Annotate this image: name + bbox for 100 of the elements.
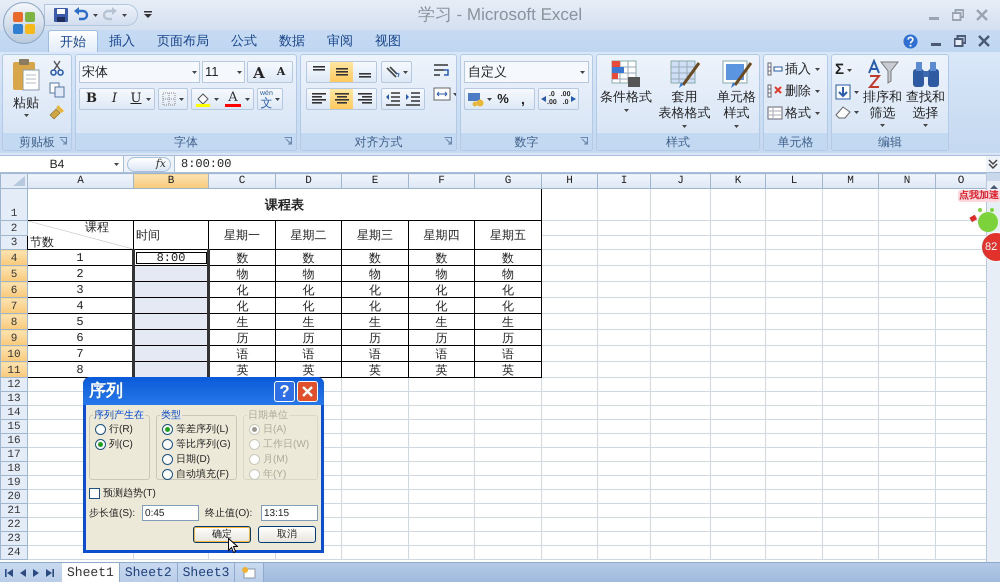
caret-icon[interactable] <box>854 110 859 114</box>
restore-icon[interactable] <box>954 35 966 47</box>
table-cell[interactable] <box>134 266 208 282</box>
eraser-icon[interactable] <box>835 105 851 119</box>
font-name-select[interactable]: 宋体 <box>79 61 200 83</box>
table-cell[interactable]: 8:00 <box>134 250 208 266</box>
vertical-align-button[interactable] <box>330 62 353 82</box>
radio-button[interactable] <box>162 424 174 435</box>
row-header[interactable]: 15 <box>0 420 28 434</box>
row-header[interactable]: 4 <box>0 250 28 266</box>
caret-icon[interactable] <box>114 162 119 166</box>
caret-icon[interactable] <box>403 70 408 74</box>
decrease-indent-icon[interactable] <box>385 92 401 106</box>
ribbon-tab[interactable]: 审阅 <box>316 30 364 52</box>
ribbon-tab[interactable]: 数据 <box>268 30 316 52</box>
merge-cells-icon[interactable] <box>433 87 451 101</box>
fill-down-icon[interactable] <box>835 84 851 100</box>
column-header[interactable]: M <box>822 174 878 188</box>
caret-icon[interactable] <box>93 14 98 16</box>
dialog-launcher-icon[interactable] <box>580 137 588 145</box>
caret-icon[interactable] <box>146 98 151 100</box>
column-header[interactable]: K <box>710 174 766 188</box>
style-button[interactable]: 套用 表格格式 <box>658 59 712 128</box>
help-button[interactable]: ? <box>274 380 295 402</box>
last-sheet-icon[interactable] <box>46 568 54 576</box>
column-header[interactable]: N <box>878 174 936 188</box>
customize-icon[interactable] <box>144 11 152 19</box>
font-size-select[interactable]: 11 <box>202 61 245 83</box>
row-header[interactable]: 3 <box>0 235 28 250</box>
column-header[interactable]: E <box>342 174 408 188</box>
first-sheet-icon[interactable] <box>5 568 13 576</box>
currency-icon[interactable] <box>467 91 485 107</box>
cells-button[interactable]: 插入 <box>767 60 824 78</box>
row-header[interactable]: 21 <box>0 504 28 518</box>
caret-icon[interactable] <box>880 124 885 127</box>
sheet-tab[interactable]: Sheet3 <box>178 563 236 582</box>
row-header[interactable]: 1 <box>0 188 28 220</box>
style-button[interactable]: 条件格式 <box>599 59 653 128</box>
ribbon-tab[interactable]: 公式 <box>220 30 268 52</box>
table-cell[interactable] <box>134 298 208 314</box>
paste-button[interactable]: 粘贴 <box>6 58 46 120</box>
column-header[interactable]: B <box>134 174 208 188</box>
checkbox[interactable] <box>89 488 100 498</box>
row-header[interactable]: 2 <box>0 220 28 235</box>
column-header[interactable]: F <box>408 174 474 188</box>
paintbrush-icon[interactable] <box>49 104 65 120</box>
table-cell[interactable] <box>134 362 208 378</box>
row-header[interactable]: 12 <box>0 378 28 392</box>
row-header[interactable]: 24 <box>0 546 28 560</box>
caret-icon[interactable] <box>487 98 492 100</box>
dialog-launcher-icon[interactable] <box>284 137 292 145</box>
row-header[interactable]: 5 <box>0 266 28 282</box>
save-icon[interactable] <box>53 7 69 23</box>
grow-font-button[interactable]: A <box>248 62 270 82</box>
dialog-launcher-icon[interactable] <box>59 137 67 145</box>
row-header[interactable]: 13 <box>0 392 28 406</box>
help-icon[interactable] <box>903 34 918 48</box>
wrap-text-icon[interactable] <box>433 63 451 79</box>
caret-icon[interactable] <box>815 68 820 70</box>
column-header[interactable]: L <box>766 174 822 188</box>
caret-icon[interactable] <box>237 70 242 74</box>
previous-sheet-icon[interactable] <box>20 568 26 576</box>
ribbon-tab[interactable]: 插入 <box>98 30 146 52</box>
column-header[interactable]: O <box>936 174 986 188</box>
expand-icon[interactable] <box>986 157 1000 171</box>
column-header[interactable]: I <box>598 174 650 188</box>
next-sheet-icon[interactable] <box>33 568 39 576</box>
row-header[interactable]: 9 <box>0 330 28 346</box>
close-button[interactable] <box>297 380 318 402</box>
radio-button[interactable] <box>162 454 174 465</box>
caret-icon[interactable] <box>815 112 820 114</box>
row-header[interactable]: 10 <box>0 346 28 362</box>
row-header[interactable]: 18 <box>0 462 28 476</box>
caret-icon[interactable] <box>179 98 184 100</box>
editing-button[interactable]: 排序和 筛选 <box>863 59 902 127</box>
dialog-button[interactable]: 取消 <box>258 526 316 543</box>
row-header[interactable]: 19 <box>0 476 28 490</box>
input-field[interactable]: 0:45 <box>142 505 200 521</box>
fill-color-icon[interactable] <box>195 91 211 107</box>
table-cell[interactable] <box>134 314 208 330</box>
caret-icon[interactable] <box>847 68 852 72</box>
scissors-icon[interactable] <box>49 60 65 76</box>
radio-button[interactable] <box>162 439 174 450</box>
table-cell[interactable] <box>134 346 208 362</box>
caret-icon[interactable] <box>24 114 28 117</box>
formula-input[interactable]: 8:00:00 <box>174 156 986 172</box>
underline-button[interactable]: U <box>126 89 146 109</box>
ribbon-tab[interactable]: 页面布局 <box>146 30 220 52</box>
radio-button[interactable] <box>95 424 106 435</box>
name-box[interactable]: B4 <box>0 156 124 172</box>
caret-icon[interactable] <box>734 125 739 128</box>
horizontal-scrollbar[interactable] <box>264 563 1000 582</box>
undo-icon[interactable] <box>73 7 89 23</box>
caret-icon[interactable] <box>815 90 820 92</box>
row-header[interactable]: 22 <box>0 518 28 532</box>
sheet-tab[interactable]: Sheet1 <box>62 563 120 582</box>
shrink-font-button[interactable]: A <box>270 62 292 82</box>
row-header[interactable]: 17 <box>0 448 28 462</box>
row-header[interactable]: 14 <box>0 406 28 420</box>
radio-button[interactable] <box>162 469 174 480</box>
